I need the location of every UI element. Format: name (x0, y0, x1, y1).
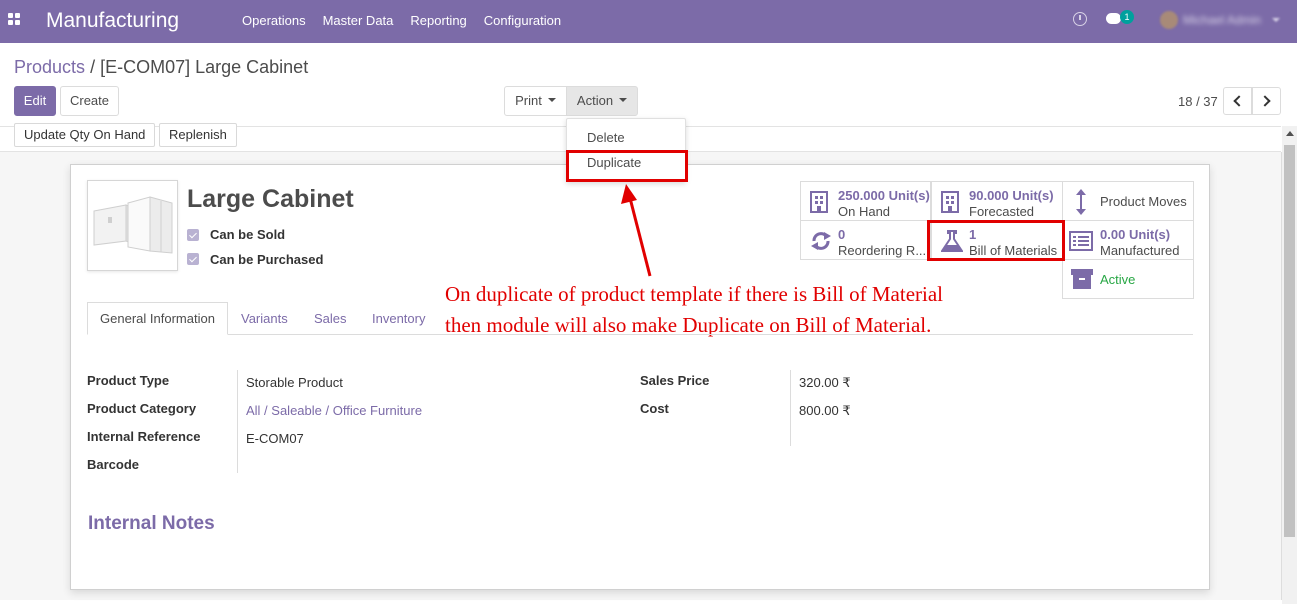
tab-variants[interactable]: Variants (241, 311, 288, 326)
can-be-purchased-label: Can be Purchased (210, 252, 324, 267)
breadcrumb-current: [E-COM07] Large Cabinet (100, 57, 309, 77)
highlight-duplicate-box (566, 150, 688, 182)
barcode-label: Barcode (87, 457, 140, 472)
refresh-icon (811, 232, 831, 250)
tab-inventory[interactable]: Inventory (372, 311, 425, 326)
scroll-up-arrow-icon[interactable] (1286, 131, 1294, 136)
product-type-value: Storable Product (246, 375, 343, 390)
product-name: Large Cabinet (187, 185, 354, 213)
main-menu: Operations Master Data Reporting Configu… (242, 13, 578, 28)
active-toggle-button[interactable]: Active (1062, 259, 1194, 299)
can-be-sold-label: Can be Sold (210, 227, 286, 242)
on-hand-smart-button[interactable]: 250.000 Unit(s) On Hand (800, 181, 931, 221)
product-moves-smart-button[interactable]: Product Moves (1062, 181, 1194, 221)
product-moves-label: Product Moves (1100, 194, 1187, 209)
up-down-arrows-icon (1076, 189, 1086, 215)
forecasted-label: Forecasted (969, 204, 1035, 219)
sales-price-value: 320.00 ₹ (799, 375, 851, 390)
chat-badge: 1 (1120, 10, 1134, 24)
forecasted-smart-button[interactable]: 90.000 Unit(s) Forecasted (931, 181, 1063, 221)
print-button[interactable]: Print (504, 86, 567, 116)
internal-reference-label: Internal Reference (87, 429, 201, 444)
caret-down-icon (547, 97, 556, 102)
product-category-label: Product Category (87, 401, 197, 416)
menu-master-data[interactable]: Master Data (323, 13, 394, 28)
app-title[interactable]: Manufacturing (46, 9, 179, 33)
list-alt-icon (1069, 231, 1093, 251)
archive-icon (1071, 269, 1093, 289)
menu-item-delete[interactable]: Delete (587, 130, 625, 145)
caret-down-icon (619, 97, 628, 102)
highlight-bom-box (927, 220, 1065, 261)
pager-next-button[interactable] (1252, 87, 1281, 115)
building-icon (810, 191, 828, 213)
product-type-label: Product Type (87, 373, 170, 388)
breadcrumb-separator: / (90, 57, 96, 77)
action-label: Action (576, 93, 614, 108)
on-hand-label: On Hand (838, 204, 891, 219)
breadcrumb-products[interactable]: Products (14, 57, 85, 77)
tab-general-information[interactable]: General Information (87, 302, 228, 335)
top-navbar: Manufacturing Operations Master Data Rep… (0, 0, 1297, 43)
pager-counter[interactable]: 18 / 37 (1178, 94, 1218, 109)
annotation-text-line1: On duplicate of product template if ther… (445, 282, 944, 306)
cost-label: Cost (640, 401, 669, 416)
tab-sales[interactable]: Sales (314, 311, 347, 326)
action-button[interactable]: Action (566, 86, 638, 116)
tabs-divider (87, 334, 1193, 335)
print-label: Print (515, 93, 542, 108)
manufactured-value: 0.00 Unit(s) (1100, 227, 1171, 242)
can-be-sold-checkbox[interactable] (187, 229, 199, 241)
menu-configuration[interactable]: Configuration (484, 13, 561, 28)
replenish-button[interactable]: Replenish (159, 123, 237, 147)
edit-button[interactable]: Edit (14, 86, 56, 116)
building-icon (941, 191, 959, 213)
active-label: Active (1100, 272, 1136, 287)
reordering-value: 0 (838, 227, 846, 242)
field-separator (237, 370, 238, 473)
user-menu-name[interactable]: Michael Admin (1183, 13, 1261, 27)
reordering-label: Reordering R... (838, 243, 927, 258)
annotation-arrow (621, 184, 652, 277)
breadcrumb: Products / [E-COM07] Large Cabinet (14, 57, 308, 78)
scrollbar-thumb[interactable] (1284, 145, 1295, 537)
can-be-purchased-checkbox[interactable] (187, 253, 199, 265)
menu-operations[interactable]: Operations (242, 13, 306, 28)
create-button[interactable]: Create (60, 86, 119, 116)
user-caret-icon (1272, 18, 1280, 22)
internal-reference-value: E-COM07 (246, 431, 304, 446)
chat-icon[interactable] (1106, 13, 1121, 24)
pager-previous-button[interactable] (1223, 87, 1252, 115)
reordering-smart-button[interactable]: 0 Reordering R... (800, 220, 931, 260)
manufactured-label: Manufactured (1100, 243, 1180, 258)
update-qty-button[interactable]: Update Qty On Hand (14, 123, 156, 147)
sales-price-label: Sales Price (640, 373, 710, 388)
cabinet-image-icon (93, 196, 173, 254)
product-image[interactable] (87, 180, 178, 271)
apps-grid-icon[interactable] (8, 13, 22, 27)
forecasted-value: 90.000 Unit(s) (969, 188, 1054, 203)
manufactured-smart-button[interactable]: 0.00 Unit(s) Manufactured (1062, 220, 1194, 260)
field-separator (790, 370, 791, 446)
menu-reporting[interactable]: Reporting (410, 13, 466, 28)
avatar[interactable] (1160, 11, 1178, 29)
cost-value: 800.00 ₹ (799, 403, 851, 418)
chevron-left-icon (1233, 95, 1245, 107)
chevron-right-icon (1259, 95, 1271, 107)
on-hand-value: 250.000 Unit(s) (838, 188, 930, 203)
internal-notes-heading: Internal Notes (88, 513, 215, 534)
product-category-link[interactable]: All / Saleable / Office Furniture (246, 403, 422, 418)
activity-clock-icon[interactable] (1073, 12, 1087, 26)
